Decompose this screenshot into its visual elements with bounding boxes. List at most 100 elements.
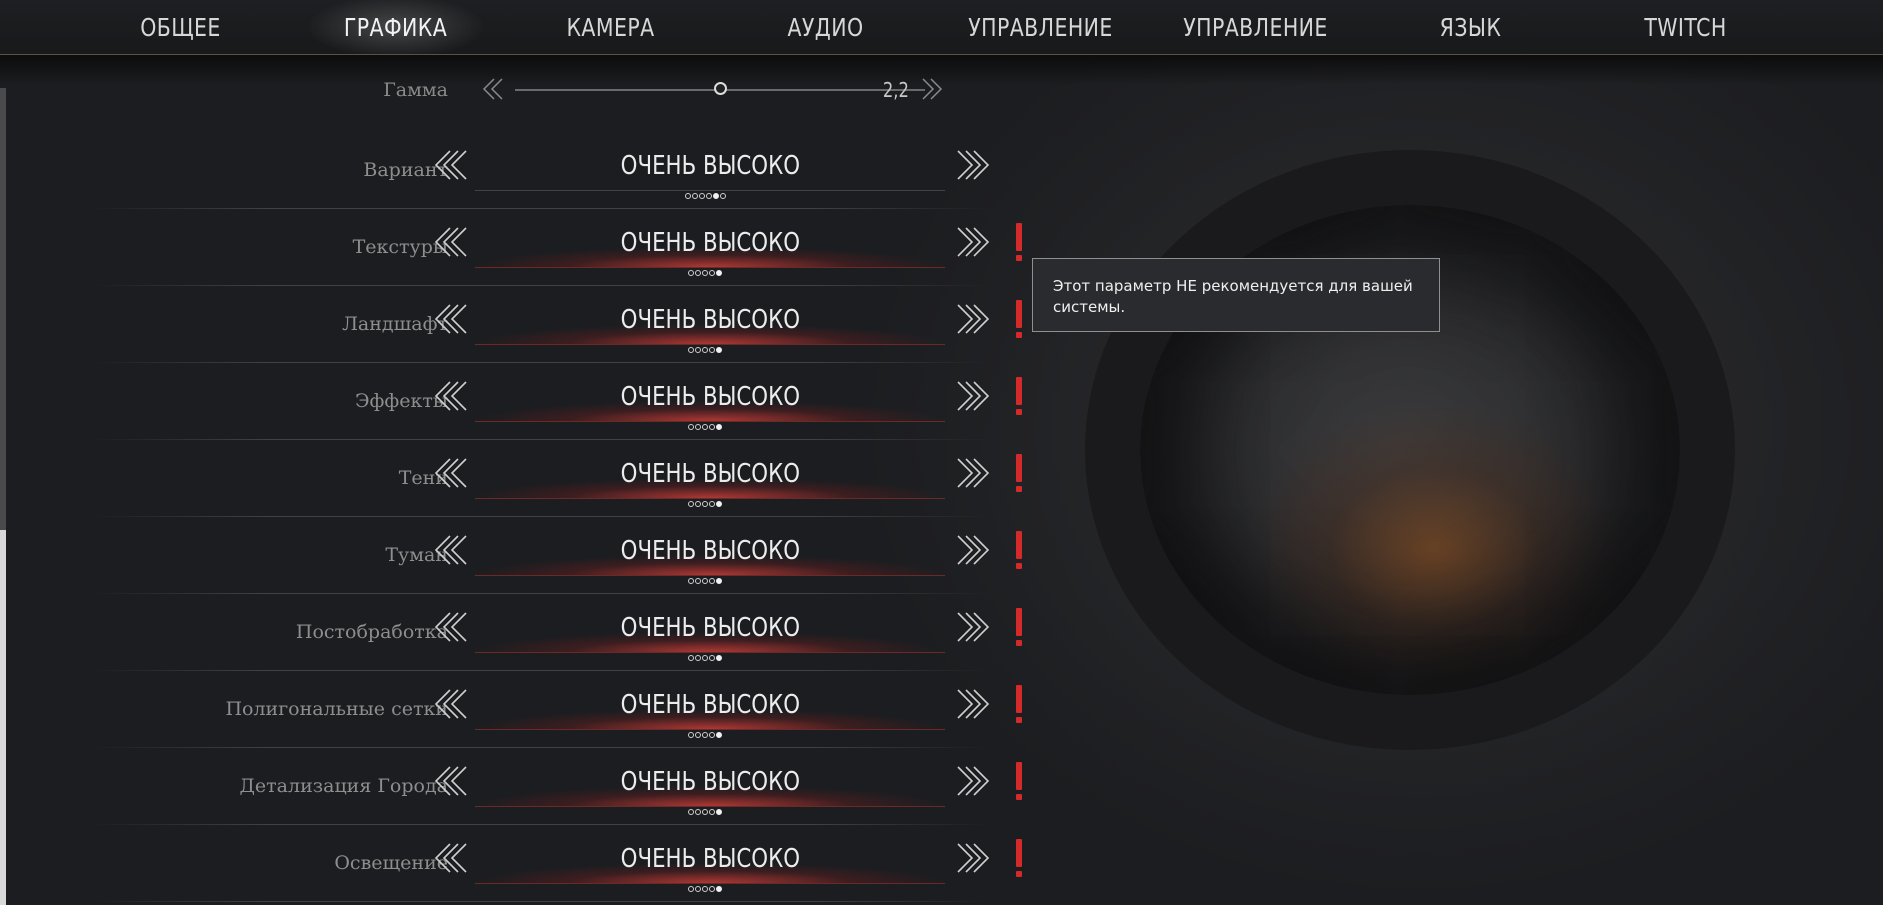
level-dot [702, 347, 708, 353]
level-dot [695, 578, 701, 584]
chevron-triple-right-icon[interactable] [950, 148, 994, 182]
exclamation-icon[interactable] [1012, 839, 1026, 879]
chevron-triple-left-icon[interactable] [430, 225, 474, 259]
exclamation-icon[interactable] [1012, 762, 1026, 802]
level-dot [709, 809, 715, 815]
level-dot [702, 732, 708, 738]
setting-value-box[interactable]: ОЧЕНЬ ВЫСОКО [475, 527, 945, 576]
tab-twitch[interactable]: TWITCH [1597, 0, 1773, 54]
chevron-triple-left-icon[interactable] [430, 148, 474, 182]
setting-value-box[interactable]: ОЧЕНЬ ВЫСОКО [475, 758, 945, 807]
gamma-slider-handle[interactable] [714, 82, 727, 95]
level-dot [702, 809, 708, 815]
exclamation-icon[interactable] [1012, 300, 1026, 340]
chevron-triple-right-icon[interactable] [950, 533, 994, 567]
setting-value-box[interactable]: ОЧЕНЬ ВЫСОКО [475, 142, 945, 191]
level-indicator [60, 424, 1020, 432]
level-dot [695, 270, 701, 276]
setting-value: ОЧЕНЬ ВЫСОКО [620, 536, 800, 566]
level-dot [702, 655, 708, 661]
chevron-triple-left-icon[interactable] [430, 379, 474, 413]
tab-audio[interactable]: АУДИО [737, 0, 913, 54]
level-dot [716, 655, 722, 661]
level-dot [702, 424, 708, 430]
tab-graphics[interactable]: ГРАФИКА [307, 0, 484, 54]
setting-row: Постобработка ОЧЕНЬ ВЫСОКО [60, 594, 1022, 671]
chevron-triple-left-icon[interactable] [430, 841, 474, 875]
level-dot [695, 809, 701, 815]
tab-camera[interactable]: КАМЕРА [522, 0, 698, 54]
chevron-triple-left-icon[interactable] [430, 687, 474, 721]
chevron-triple-left-icon[interactable] [430, 533, 474, 567]
level-dot [716, 578, 722, 584]
level-dot [688, 655, 694, 661]
chevron-triple-right-icon[interactable] [950, 302, 994, 336]
chevron-double-right-icon[interactable] [915, 76, 945, 102]
level-dot [702, 501, 708, 507]
chevron-triple-right-icon[interactable] [950, 456, 994, 490]
setting-row: Ландшафт ОЧЕНЬ ВЫСОКО [60, 286, 1022, 363]
setting-value-box[interactable]: ОЧЕНЬ ВЫСОКО [475, 450, 945, 499]
level-dot [709, 578, 715, 584]
level-indicator [60, 886, 1020, 894]
level-dot [684, 193, 691, 199]
level-indicator [60, 655, 1020, 663]
setting-row: Освещение ОЧЕНЬ ВЫСОКО [60, 825, 1022, 902]
chevron-triple-right-icon[interactable] [950, 225, 994, 259]
level-dot [688, 347, 694, 353]
chevron-double-left-icon[interactable] [480, 76, 510, 102]
exclamation-icon[interactable] [1012, 223, 1026, 263]
setting-row-gamma: Гамма 2,2 [60, 68, 1020, 128]
chevron-triple-left-icon[interactable] [430, 610, 474, 644]
chevron-triple-left-icon[interactable] [430, 764, 474, 798]
level-dot [709, 886, 715, 892]
level-indicator [60, 347, 1020, 355]
background-ring-art [1085, 150, 1735, 750]
setting-value: ОЧЕНЬ ВЫСОКО [620, 459, 800, 489]
tab-general[interactable]: ОБЩЕЕ [92, 0, 268, 54]
level-dot [695, 501, 701, 507]
chevron-triple-right-icon[interactable] [950, 610, 994, 644]
chevron-triple-right-icon[interactable] [950, 841, 994, 875]
chevron-triple-left-icon[interactable] [430, 456, 474, 490]
setting-row: Детализация Города ОЧЕНЬ ВЫСОКО [60, 748, 1022, 825]
setting-value-box[interactable]: ОЧЕНЬ ВЫСОКО [475, 219, 945, 268]
level-indicator [60, 809, 1020, 817]
level-indicator [60, 732, 1020, 740]
level-dot [698, 193, 705, 199]
exclamation-icon[interactable] [1012, 608, 1026, 648]
exclamation-icon[interactable] [1012, 685, 1026, 725]
level-dot [702, 270, 708, 276]
exclamation-icon[interactable] [1012, 454, 1026, 494]
setting-value-box[interactable]: ОЧЕНЬ ВЫСОКО [475, 835, 945, 884]
level-dot [709, 347, 715, 353]
setting-value: ОЧЕНЬ ВЫСОКО [620, 613, 800, 643]
level-dot [716, 347, 722, 353]
chevron-triple-right-icon[interactable] [950, 687, 994, 721]
setting-value-box[interactable]: ОЧЕНЬ ВЫСОКО [475, 681, 945, 730]
level-dot [702, 886, 708, 892]
tab-controls-2[interactable]: УПРАВЛЕНИЕ [1167, 0, 1343, 54]
level-dot [709, 655, 715, 661]
setting-value-box[interactable]: ОЧЕНЬ ВЫСОКО [475, 604, 945, 653]
setting-value: ОЧЕНЬ ВЫСОКО [620, 767, 800, 797]
level-dot [705, 193, 712, 199]
setting-value-box[interactable]: ОЧЕНЬ ВЫСОКО [475, 296, 945, 345]
chevron-triple-left-icon[interactable] [430, 302, 474, 336]
scrollbar-thumb[interactable] [0, 530, 6, 905]
setting-value: ОЧЕНЬ ВЫСОКО [620, 228, 800, 258]
chevron-triple-right-icon[interactable] [950, 764, 994, 798]
setting-value-box[interactable]: ОЧЕНЬ ВЫСОКО [475, 373, 945, 422]
tab-controls-1[interactable]: УПРАВЛЕНИЕ [952, 0, 1128, 54]
exclamation-icon[interactable] [1012, 377, 1026, 417]
scrollbar-track[interactable] [0, 88, 6, 530]
level-dot [688, 578, 694, 584]
setting-row: Вариант ОЧЕНЬ ВЫСОКО [60, 132, 1020, 209]
level-indicator [60, 193, 1020, 201]
level-dot [688, 424, 694, 430]
chevron-triple-right-icon[interactable] [950, 379, 994, 413]
setting-value: ОЧЕНЬ ВЫСОКО [620, 151, 800, 181]
row-divider [90, 901, 990, 902]
tab-language[interactable]: ЯЗЫК [1382, 0, 1558, 54]
exclamation-icon[interactable] [1012, 531, 1026, 571]
